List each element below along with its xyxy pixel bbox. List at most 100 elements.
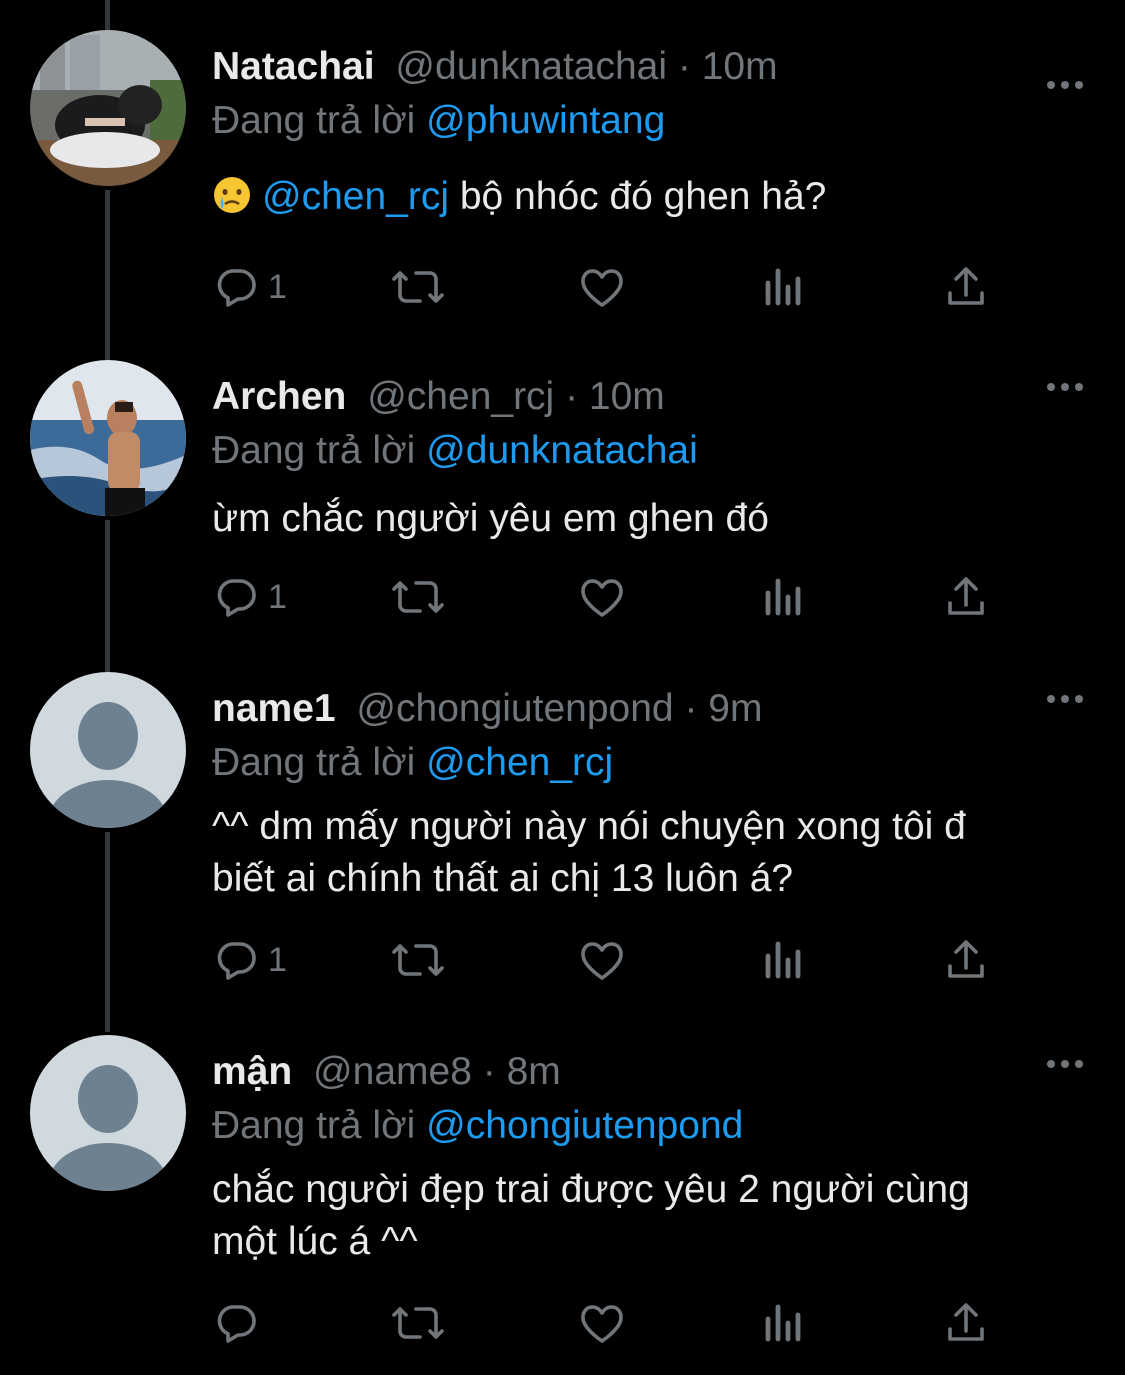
timestamp[interactable]: 10m	[589, 375, 665, 418]
more-options-icon[interactable]	[1045, 78, 1085, 92]
display-name[interactable]: mận	[212, 1050, 292, 1093]
tweet-text-line: biết ai chính thất ai chị 13 luôn á?	[212, 857, 794, 900]
tweet-text: ừm chắc người yêu em ghen đó	[212, 497, 769, 540]
share-icon	[948, 577, 984, 615]
avatar[interactable]	[30, 30, 186, 186]
reply-to-mention[interactable]: @chen_rcj	[426, 741, 613, 784]
heart-icon	[581, 579, 623, 617]
share-button[interactable]	[942, 262, 990, 312]
views-button[interactable]	[762, 262, 806, 312]
avatar-photo	[30, 30, 186, 186]
reply-to-mention[interactable]: @dunknatachai	[426, 429, 698, 472]
reply-prefix: Đang trả lời	[212, 741, 416, 784]
like-button[interactable]	[577, 935, 627, 985]
reply-icon	[217, 1305, 256, 1343]
tweet-text: @chen_rcj bộ nhóc đó ghen hả?	[212, 171, 1085, 229]
tweet-1[interactable]: Natachai @dunknatachai · 10m Đang trả lờ…	[0, 30, 1125, 340]
tweet-2[interactable]: Archen @chen_rcj · 10m Đang trả lời @dun…	[0, 360, 1125, 660]
share-button[interactable]	[942, 935, 990, 985]
reply-count: 1	[268, 267, 287, 306]
replying-to: Đang trả lời @chongiutenpond	[212, 1102, 1085, 1150]
analytics-icon	[765, 268, 801, 306]
tweet-4[interactable]: mận @name8 · 8m Đang trả lời @chongiuten…	[0, 1035, 1125, 1365]
tweet-text-rest: bộ nhóc đó ghen hả?	[449, 175, 827, 218]
tweet-header: name1 @chongiutenpond · 9m	[212, 685, 1085, 733]
reply-to-mention[interactable]: @phuwintang	[426, 99, 665, 142]
tweet-text-line: ^^ dm mấy người này nói chuyện xong tôi …	[212, 805, 966, 848]
retweet-button[interactable]	[390, 1298, 446, 1348]
views-button[interactable]	[762, 935, 806, 985]
more-options-icon[interactable]	[1045, 692, 1085, 706]
timestamp[interactable]: 9m	[708, 687, 762, 730]
avatar-photo	[30, 360, 186, 516]
action-bar	[212, 1298, 1012, 1348]
display-name[interactable]: Archen	[212, 375, 346, 418]
reply-button[interactable]: 1	[212, 572, 287, 622]
reply-button[interactable]: 1	[212, 262, 287, 312]
action-bar: 1	[212, 935, 1012, 985]
more-options-icon[interactable]	[1045, 380, 1085, 394]
like-button[interactable]	[577, 572, 627, 622]
reply-to-mention[interactable]: @chongiutenpond	[426, 1104, 743, 1147]
reply-count: 1	[268, 940, 287, 979]
separator: ·	[565, 375, 579, 418]
views-button[interactable]	[762, 572, 806, 622]
timestamp[interactable]: 8m	[507, 1050, 561, 1093]
default-avatar-icon	[30, 672, 186, 828]
separator: ·	[677, 45, 691, 88]
retweet-button[interactable]	[390, 262, 446, 312]
avatar[interactable]	[30, 360, 186, 516]
heart-icon	[581, 942, 623, 980]
separator: ·	[482, 1050, 496, 1093]
share-button[interactable]	[942, 1298, 990, 1348]
tweet-header: Natachai @dunknatachai · 10m	[212, 43, 1085, 91]
analytics-icon	[765, 578, 801, 616]
reply-icon	[217, 269, 256, 307]
retweet-button[interactable]	[390, 572, 446, 622]
reply-prefix: Đang trả lời	[212, 1104, 416, 1147]
thread-line-top	[105, 0, 110, 30]
analytics-icon	[765, 941, 801, 979]
like-button[interactable]	[577, 1298, 627, 1348]
reply-button[interactable]	[212, 1298, 268, 1348]
reply-icon	[217, 942, 256, 980]
handle[interactable]: @dunknatachai	[395, 45, 667, 88]
reply-button[interactable]: 1	[212, 935, 287, 985]
separator: ·	[684, 687, 698, 730]
timestamp[interactable]: 10m	[702, 45, 778, 88]
reply-count: 1	[268, 577, 287, 616]
tweet-3[interactable]: name1 @chongiutenpond · 9m Đang trả lời …	[0, 672, 1125, 1012]
reply-prefix: Đang trả lời	[212, 99, 416, 142]
display-name[interactable]: Natachai	[212, 45, 375, 88]
reply-prefix: Đang trả lời	[212, 429, 416, 472]
analytics-icon	[765, 1304, 801, 1342]
reply-icon	[217, 579, 256, 617]
retweet-icon	[392, 581, 444, 613]
action-bar: 1	[212, 262, 1012, 312]
action-bar: 1	[212, 572, 1012, 622]
share-button[interactable]	[942, 572, 990, 622]
heart-icon	[581, 269, 623, 307]
like-button[interactable]	[577, 262, 627, 312]
avatar[interactable]	[30, 1035, 186, 1191]
display-name[interactable]: name1	[212, 687, 336, 730]
tweet-text: chắc người đẹp trai được yêu 2 người cùn…	[212, 1164, 1085, 1268]
handle[interactable]: @chongiutenpond	[356, 687, 673, 730]
share-icon	[948, 267, 984, 305]
retweet-button[interactable]	[390, 935, 446, 985]
replying-to: Đang trả lời @chen_rcj	[212, 739, 1085, 787]
mention[interactable]: @chen_rcj	[262, 175, 449, 218]
tweet-header: mận @name8 · 8m	[212, 1048, 1085, 1096]
default-avatar-icon	[30, 1035, 186, 1191]
share-icon	[948, 940, 984, 978]
avatar[interactable]	[30, 672, 186, 828]
tweet-text-line: chắc người đẹp trai được yêu 2 người cùn…	[212, 1168, 970, 1211]
more-options-icon[interactable]	[1045, 1057, 1085, 1071]
tweet-header: Archen @chen_rcj · 10m	[212, 373, 1085, 421]
handle[interactable]: @chen_rcj	[367, 375, 554, 418]
replying-to: Đang trả lời @phuwintang	[212, 97, 1085, 145]
tweet-text: ^^ dm mấy người này nói chuyện xong tôi …	[212, 801, 1085, 905]
views-button[interactable]	[762, 1298, 806, 1348]
crying-face-icon	[212, 175, 252, 229]
handle[interactable]: @name8	[313, 1050, 472, 1093]
